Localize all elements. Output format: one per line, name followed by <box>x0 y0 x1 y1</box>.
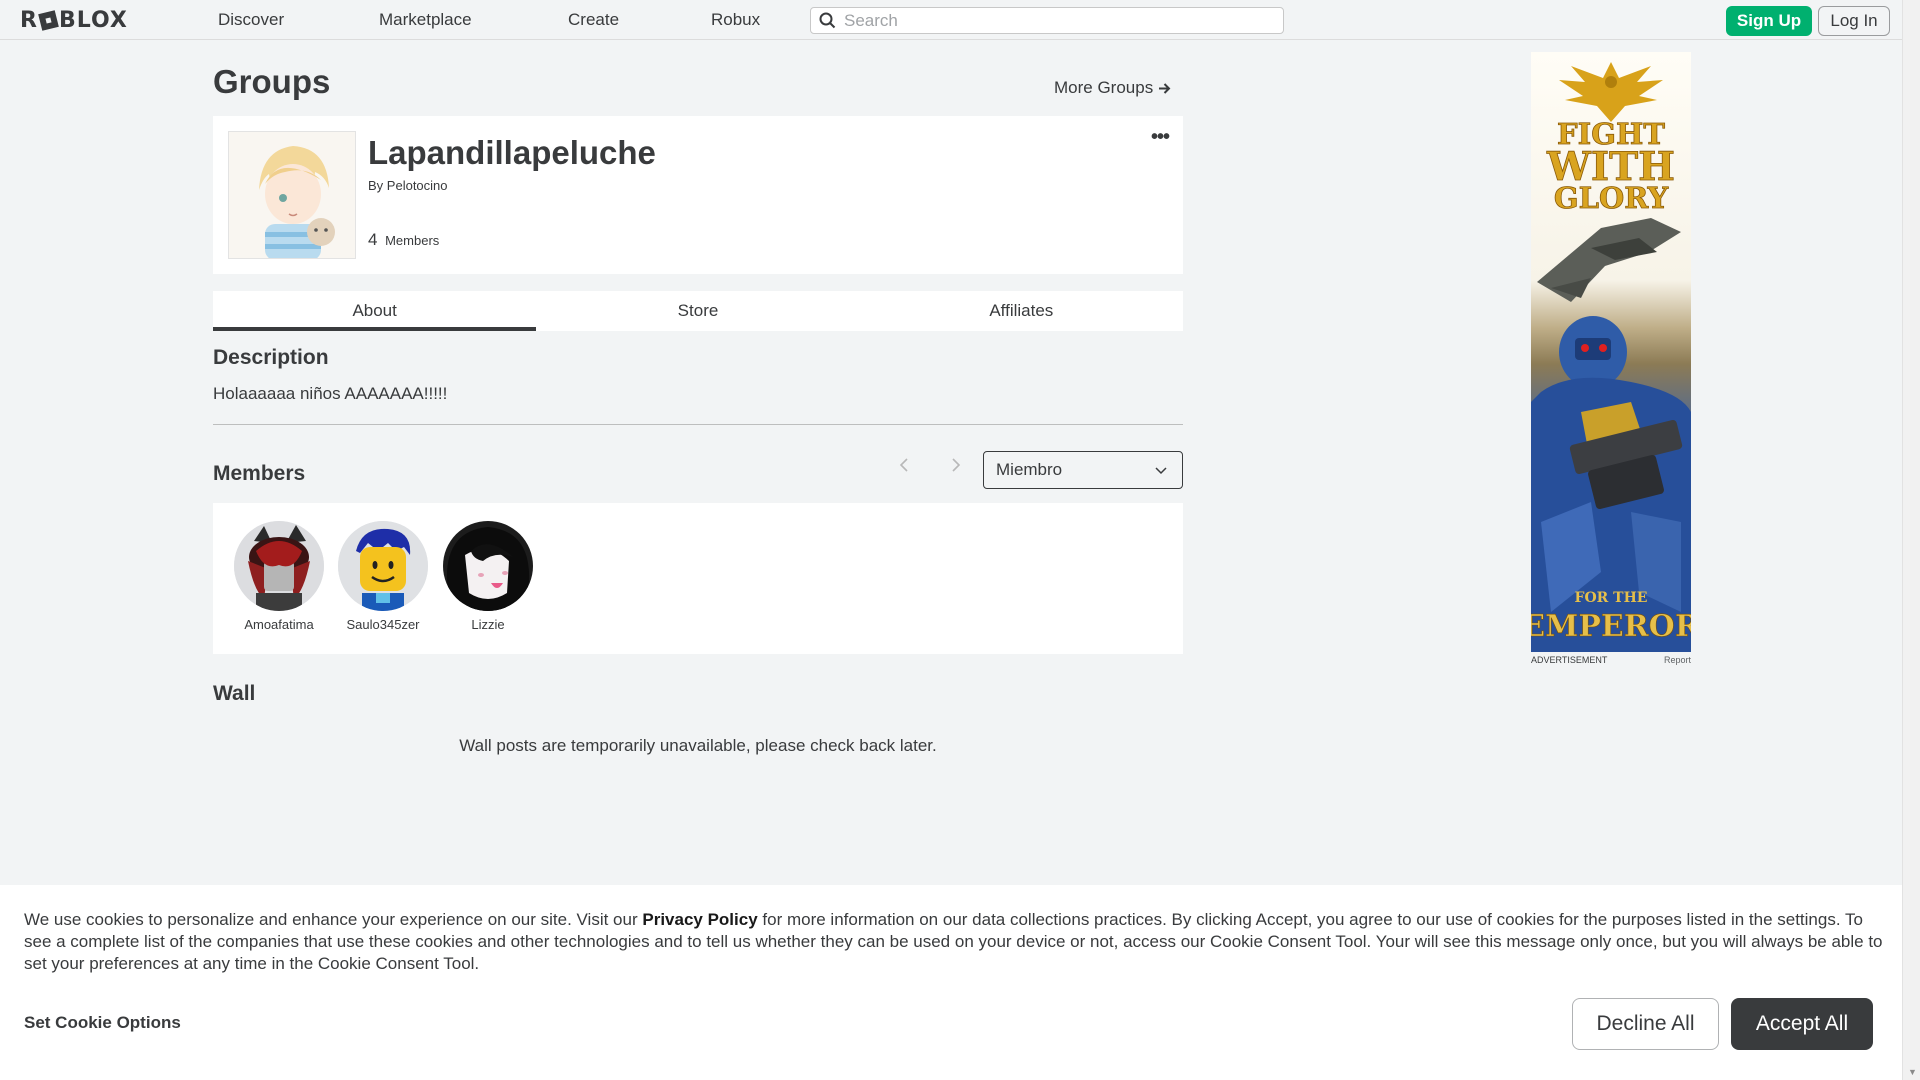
group-tabs: About Store Affiliates <box>213 291 1183 331</box>
members-heading: Members <box>213 462 306 485</box>
owner-prefix: By <box>368 178 384 193</box>
chevron-down-icon <box>1155 467 1167 475</box>
roblox-logo[interactable]: R BLOX <box>20 7 128 33</box>
advertisement-label: ADVERTISEMENT <box>1531 655 1608 665</box>
nav-link-create[interactable]: Create <box>568 10 619 30</box>
more-groups-link[interactable]: More Groups <box>1054 78 1171 98</box>
sign-up-button[interactable]: Sign Up <box>1726 6 1812 36</box>
member-tile[interactable]: Saulo345zer <box>335 521 431 632</box>
decline-all-button[interactable]: Decline All <box>1572 998 1719 1050</box>
logo-letters-blox: BLOX <box>58 7 128 33</box>
advertisement-artwork: FIGHT WITH GLORY FOR THE EMPEROR <box>1531 62 1691 652</box>
logo-tile-icon <box>38 9 59 31</box>
member-count: 4 Members <box>368 230 439 250</box>
set-cookie-options-link[interactable]: Set Cookie Options <box>24 1013 181 1033</box>
tab-store[interactable]: Store <box>536 291 859 331</box>
member-name: Lizzie <box>471 617 505 632</box>
group-header-card: Lapandillapeluche By Pelotocino 4 Member… <box>213 116 1183 274</box>
cookie-text-before-link: We use cookies to personalize and enhanc… <box>24 910 643 929</box>
member-tile[interactable]: Amoafatima <box>231 521 327 632</box>
advertisement-banner[interactable]: FIGHT WITH GLORY FOR THE EMPEROR <box>1531 52 1691 652</box>
scrollbar-thumb[interactable] <box>1906 2 1917 1052</box>
role-dropdown-value: Miembro <box>996 460 1063 479</box>
member-count-number: 4 <box>368 230 378 249</box>
description-text: Holaaaaaa niños AAAAAAA!!!!! <box>213 384 448 403</box>
advertisement-footer: ADVERTISEMENT Report <box>1531 655 1691 665</box>
scroll-down-arrow-icon[interactable]: ▼ <box>1908 1067 1917 1077</box>
members-card: Amoafatima Saulo345zer Lizzie <box>213 503 1183 654</box>
avatar <box>338 521 428 611</box>
wall-heading: Wall <box>213 682 256 705</box>
group-owner-line: By Pelotocino <box>368 178 448 193</box>
nav-link-robux[interactable]: Robux <box>711 10 760 30</box>
ad-tagline-small: FOR THE <box>1575 590 1648 606</box>
ad-tagline-big: EMPEROR <box>1531 609 1691 644</box>
cookie-consent-text: We use cookies to personalize and enhanc… <box>24 909 1884 975</box>
accept-all-button[interactable]: Accept All <box>1731 998 1873 1050</box>
avatar <box>234 521 324 611</box>
more-options-icon[interactable]: ••• <box>1151 126 1170 149</box>
log-in-button[interactable]: Log In <box>1818 6 1890 36</box>
chevron-left-icon[interactable] <box>899 458 909 477</box>
page-title: Groups <box>213 63 331 100</box>
avatar <box>443 521 533 611</box>
tab-affiliates[interactable]: Affiliates <box>860 291 1183 331</box>
nav-link-discover[interactable]: Discover <box>218 10 284 30</box>
wall-unavailable-message: Wall posts are temporarily unavailable, … <box>459 736 937 755</box>
report-ad-link[interactable]: Report <box>1664 655 1691 665</box>
section-divider <box>213 424 1183 425</box>
top-navigation-bar: R BLOX Discover Marketplace Create Robux … <box>0 0 1902 40</box>
page-scrollbar[interactable]: ▼ <box>1902 0 1920 1080</box>
group-emblem-illustration <box>229 132 355 258</box>
privacy-policy-link[interactable]: Privacy Policy <box>642 910 757 929</box>
group-emblem-image <box>228 131 356 259</box>
member-name: Saulo345zer <box>346 617 420 632</box>
arrow-right-icon <box>1159 82 1171 94</box>
member-name: Amoafatima <box>244 617 314 632</box>
role-dropdown[interactable]: Miembro <box>983 451 1183 489</box>
member-tile[interactable]: Lizzie <box>440 521 536 632</box>
more-groups-label: More Groups <box>1054 78 1154 97</box>
logo-letter-r: R <box>20 7 38 33</box>
group-name: Lapandillapeluche <box>368 134 656 171</box>
member-count-label: Members <box>385 233 440 248</box>
nav-link-marketplace[interactable]: Marketplace <box>379 10 472 30</box>
search-box[interactable] <box>810 7 1284 34</box>
search-input[interactable] <box>844 10 1264 31</box>
ad-headline-line3: GLORY <box>1554 181 1669 215</box>
owner-link[interactable]: Pelotocino <box>387 178 448 193</box>
search-icon <box>819 12 836 29</box>
tab-about[interactable]: About <box>213 291 537 331</box>
description-heading: Description <box>213 346 329 369</box>
chevron-right-icon[interactable] <box>951 458 961 477</box>
cookie-consent-banner: We use cookies to personalize and enhanc… <box>0 885 1902 1080</box>
